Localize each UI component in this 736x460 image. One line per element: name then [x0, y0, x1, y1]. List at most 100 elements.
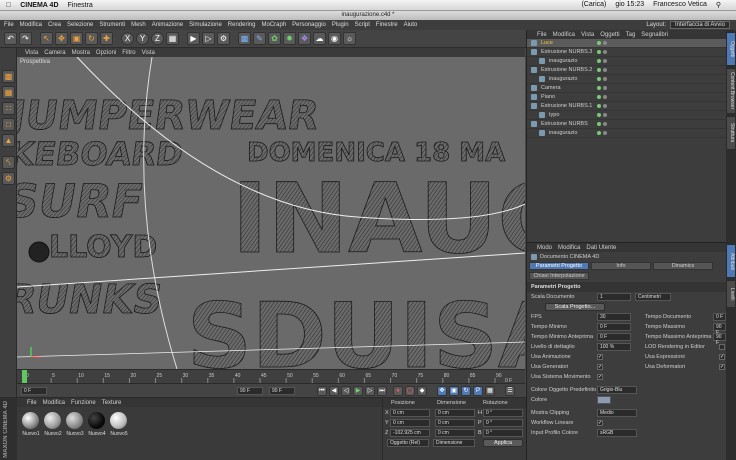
usa-anim-checkbox[interactable]: ✓	[597, 354, 603, 360]
light-icon[interactable]: ☼	[343, 32, 356, 45]
object-row[interactable]: inaugurazio	[527, 57, 726, 66]
scala-progetto-button[interactable]: Scala Progetto...	[545, 303, 605, 311]
scale-tool-icon[interactable]: ▣	[70, 32, 83, 45]
obj-menu-oggetti[interactable]: Oggetti	[600, 32, 619, 38]
obj-menu-tag[interactable]: Tag	[626, 32, 636, 38]
mat-menu-modifica[interactable]: Modifica	[43, 400, 65, 406]
render-settings-icon[interactable]: ⚙	[217, 32, 230, 45]
render-region-icon[interactable]: ▶	[187, 32, 200, 45]
clipping-select[interactable]: Medio	[597, 409, 637, 417]
tab-chiavi-interpolazione[interactable]: Chiavi Interpolazione	[529, 272, 589, 280]
scene-icon[interactable]: ☁	[313, 32, 326, 45]
obj-menu-file[interactable]: File	[537, 32, 547, 38]
menu-rendering[interactable]: Rendering	[228, 22, 256, 28]
key-param-icon[interactable]: P	[473, 386, 483, 396]
object-row[interactable]: Estrusione NURBS.3	[527, 48, 726, 57]
visibility-dots[interactable]	[597, 77, 607, 81]
texture-mode-icon[interactable]: ▦	[2, 86, 15, 99]
attr-menu-dati-utente[interactable]: Dati Utente	[586, 245, 616, 251]
edges-mode-icon[interactable]: □	[2, 118, 15, 131]
pos-x-field[interactable]: 0 cm	[390, 409, 430, 417]
visibility-dots[interactable]	[597, 41, 607, 45]
start-frame-field[interactable]: 0 F	[21, 387, 47, 395]
menu-selezione[interactable]: Selezione	[67, 22, 93, 28]
fps-field[interactable]: 30	[597, 313, 631, 321]
pos-y-field[interactable]: 0 cm	[390, 419, 430, 427]
cube-icon[interactable]: ▩	[238, 32, 251, 45]
material-swatch-3[interactable]	[66, 412, 83, 429]
undo-icon[interactable]: ↶	[4, 32, 17, 45]
menu-crea[interactable]: Crea	[48, 22, 61, 28]
end-frame-field-2[interactable]: 90 F	[269, 387, 295, 395]
layout-select[interactable]: Interfaccia di Avvio	[670, 21, 730, 29]
polygons-mode-icon[interactable]: ▲	[2, 134, 15, 147]
snap-icon[interactable]: ⚙	[2, 172, 15, 185]
colore-swatch[interactable]	[597, 396, 611, 404]
usa-espr-checkbox[interactable]: ✓	[719, 354, 725, 360]
user-name[interactable]: Francesco Vetica	[653, 1, 707, 9]
search-icon[interactable]: ⚲	[716, 1, 721, 9]
play-icon[interactable]: ▶	[353, 386, 363, 396]
live-select-icon[interactable]: ✚	[100, 32, 113, 45]
last-frame-icon[interactable]: ⏭	[377, 386, 387, 396]
workflow-checkbox[interactable]: ✓	[597, 420, 603, 426]
mat-menu-texture[interactable]: Texture	[102, 400, 122, 406]
render-view-icon[interactable]: ▷	[202, 32, 215, 45]
os-menu-finestra[interactable]: Finestra	[68, 2, 93, 9]
vtab-struttura[interactable]: Struttura	[726, 116, 736, 150]
dim-mode-select[interactable]: Dimensione	[433, 439, 475, 447]
coord-system-icon[interactable]: ▦	[166, 32, 179, 45]
timeline-menu-icon[interactable]: ☰	[505, 386, 515, 396]
tab-info[interactable]: Info	[591, 262, 651, 270]
menu-script[interactable]: Script	[355, 22, 370, 28]
mat-menu-funzione[interactable]: Funzione	[71, 400, 96, 406]
visibility-dots[interactable]	[597, 122, 607, 126]
deformer-icon[interactable]: ❖	[298, 32, 311, 45]
rot-b-field[interactable]: 0 °	[483, 429, 523, 437]
apply-button[interactable]: Applica	[483, 439, 523, 447]
axis-x-button[interactable]: X	[121, 32, 134, 45]
menu-aiuto[interactable]: Aiuto	[404, 22, 418, 28]
axis-z-button[interactable]: Z	[151, 32, 164, 45]
visibility-dots[interactable]	[597, 104, 607, 108]
key-scale-icon[interactable]: ▣	[449, 386, 459, 396]
dim-x-field[interactable]: 0 cm	[435, 409, 475, 417]
mat-menu-file[interactable]: File	[27, 400, 37, 406]
menu-personaggio[interactable]: Personaggio	[292, 22, 326, 28]
record-icon[interactable]: ●	[393, 386, 403, 396]
menu-plugin[interactable]: Plugin	[332, 22, 349, 28]
pos-z-field[interactable]: -102.925 cm	[390, 429, 430, 437]
clock[interactable]: gio 15:23	[615, 1, 644, 9]
object-row[interactable]: typo	[527, 111, 726, 120]
end-frame-field-1[interactable]: 90 F	[237, 387, 263, 395]
rot-p-field[interactable]: 0 °	[483, 419, 523, 427]
usa-sist-checkbox[interactable]: ✓	[597, 374, 603, 380]
vtab-content-browser[interactable]: Content Browser	[726, 68, 736, 114]
object-row[interactable]: Piano	[527, 93, 726, 102]
visibility-dots[interactable]	[597, 131, 607, 135]
vp-menu-opzioni[interactable]: Opzioni	[96, 50, 116, 56]
input-profile-select[interactable]: sRGB	[597, 429, 637, 437]
menu-mocraph[interactable]: MoCraph	[261, 22, 286, 28]
object-row[interactable]: Camera	[527, 84, 726, 93]
rot-h-field[interactable]: 0 °	[483, 409, 523, 417]
vtab-oggetti[interactable]: Oggetti	[726, 32, 736, 66]
tab-parametri-progetto[interactable]: Parametri Progetto	[529, 262, 589, 270]
tempo-doc-field[interactable]: 0 F	[713, 313, 726, 321]
visibility-dots[interactable]	[597, 59, 607, 63]
camera-icon[interactable]: ◉	[328, 32, 341, 45]
keyframe-selection-icon[interactable]: ◆	[417, 386, 427, 396]
tempo-min-ant-field[interactable]: 0 F	[597, 333, 631, 341]
menu-finestre[interactable]: Finestre	[376, 22, 398, 28]
move-tool-icon[interactable]: ✥	[55, 32, 68, 45]
prev-frame-icon[interactable]: ◁	[341, 386, 351, 396]
axis-mode-icon[interactable]: ⤣	[2, 156, 15, 169]
tempo-min-field[interactable]: 0 F	[597, 323, 631, 331]
object-row[interactable]: inaugurazio	[527, 129, 726, 138]
key-pla-icon[interactable]: ▦	[485, 386, 495, 396]
menu-animazione[interactable]: Animazione	[152, 22, 183, 28]
autokey-icon[interactable]: ◯	[405, 386, 415, 396]
vp-menu-vista2[interactable]: Vista	[142, 50, 155, 56]
select-tool-icon[interactable]: ↖	[40, 32, 53, 45]
object-row[interactable]: inaugurazio	[527, 75, 726, 84]
